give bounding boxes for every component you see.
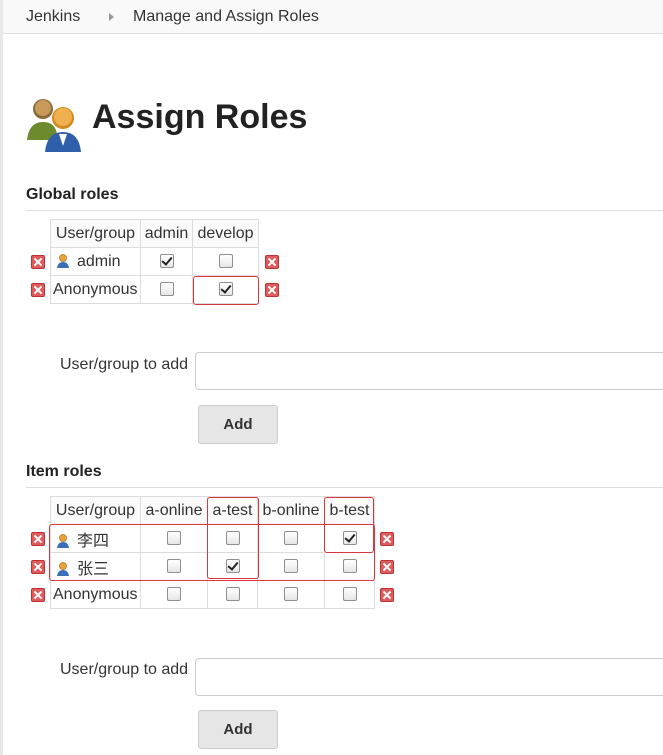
user-group-cell: 张三: [50, 552, 141, 581]
global-add-label: User/group to add: [60, 356, 189, 373]
role-checkbox[interactable]: [342, 559, 357, 574]
role-checkbox[interactable]: [159, 254, 174, 269]
role-cell: [257, 552, 325, 581]
delete-icon[interactable]: [265, 283, 279, 297]
user-icon: [55, 561, 71, 577]
role-cell: [257, 580, 325, 609]
delete-icon[interactable]: [380, 560, 394, 574]
column-header-role-b-online: b-online: [257, 496, 325, 525]
role-checkbox[interactable]: [284, 587, 298, 602]
user-group-cell: Anonymous: [50, 275, 141, 304]
column-header-user-group: User/group: [50, 219, 141, 248]
user-icon: [55, 253, 71, 269]
column-header-role-a-online: a-online: [140, 496, 208, 525]
role-cell: [140, 275, 193, 304]
delete-icon[interactable]: [31, 588, 45, 602]
role-cell: [140, 247, 193, 276]
global-header-row: User/group admin develop: [50, 219, 259, 248]
user-icon: [55, 533, 71, 549]
role-checkbox[interactable]: [342, 587, 357, 602]
delete-icon[interactable]: [380, 588, 394, 602]
role-cell: [324, 580, 375, 609]
item-role-row: 张三: [50, 552, 375, 581]
page-title: Assign Roles: [92, 98, 308, 136]
role-checkbox[interactable]: [225, 559, 240, 574]
item-add-button[interactable]: Add: [198, 710, 278, 749]
user-group-name: 张三: [77, 560, 110, 578]
role-cell: [257, 524, 325, 553]
role-cell: [207, 524, 258, 553]
role-checkbox[interactable]: [218, 282, 233, 297]
item-add-label: User/group to add: [60, 661, 189, 678]
item-roles-table: User/group a-online a-test b-online b-test 李四…: [50, 496, 375, 609]
global-user-group-input[interactable]: [195, 352, 663, 390]
breadcrumb: Jenkins Manage and Assign Roles: [3, 0, 663, 34]
user-group-cell: 李四: [50, 524, 141, 553]
delete-icon[interactable]: [31, 255, 45, 269]
role-checkbox[interactable]: [284, 559, 298, 574]
breadcrumb-current[interactable]: Manage and Assign Roles: [133, 8, 319, 26]
column-header-role-admin: admin: [140, 219, 193, 248]
column-header-role-b-test: b-test: [324, 496, 375, 525]
role-cell: [140, 580, 208, 609]
global-roles-heading: Global roles: [26, 186, 119, 203]
user-group-name: 李四: [77, 532, 110, 550]
global-role-row: admin: [50, 247, 259, 276]
column-header-role-a-test: a-test: [207, 496, 258, 525]
column-header-role-develop: develop: [192, 219, 259, 248]
delete-icon[interactable]: [380, 532, 394, 546]
user-group-name: Anonymous: [53, 280, 138, 298]
delete-icon[interactable]: [31, 532, 45, 546]
user-group-name: admin: [77, 252, 121, 270]
global-add-button[interactable]: Add: [198, 405, 278, 444]
role-cell: [324, 524, 375, 553]
user-group-cell: admin: [50, 247, 141, 276]
column-header-user-group: User/group: [50, 496, 141, 525]
role-cell: [324, 552, 375, 581]
role-cell: [140, 524, 208, 553]
item-role-row: Anonymous: [50, 580, 375, 609]
delete-icon[interactable]: [265, 255, 279, 269]
user-group-cell: Anonymous: [50, 580, 141, 609]
left-edge: [0, 0, 3, 755]
role-checkbox[interactable]: [167, 559, 181, 574]
users-group-icon: [27, 99, 81, 152]
user-group-name: Anonymous: [53, 585, 138, 603]
item-header-row: User/group a-online a-test b-online b-test: [50, 496, 375, 525]
role-checkbox[interactable]: [218, 254, 233, 269]
role-checkbox[interactable]: [342, 531, 357, 546]
role-checkbox[interactable]: [167, 587, 181, 602]
item-user-group-input[interactable]: [195, 658, 663, 696]
role-cell: [207, 580, 258, 609]
section-divider: [26, 487, 663, 488]
role-cell: [207, 552, 258, 581]
role-checkbox[interactable]: [225, 531, 240, 546]
role-checkbox[interactable]: [284, 531, 298, 546]
role-cell: [192, 247, 259, 276]
chevron-right-icon: [109, 13, 114, 21]
role-cell: [192, 275, 259, 304]
item-role-row: 李四: [50, 524, 375, 553]
global-roles-table: User/group admin develop admin Anonymous: [50, 219, 259, 304]
breadcrumb-jenkins-link[interactable]: Jenkins: [26, 8, 80, 26]
section-divider: [26, 210, 663, 211]
role-checkbox[interactable]: [225, 587, 240, 602]
delete-icon[interactable]: [31, 560, 45, 574]
item-roles-heading: Item roles: [26, 463, 102, 480]
delete-icon[interactable]: [31, 283, 45, 297]
global-role-row: Anonymous: [50, 275, 259, 304]
role-checkbox[interactable]: [167, 531, 181, 546]
role-checkbox[interactable]: [159, 282, 174, 297]
role-cell: [140, 552, 208, 581]
